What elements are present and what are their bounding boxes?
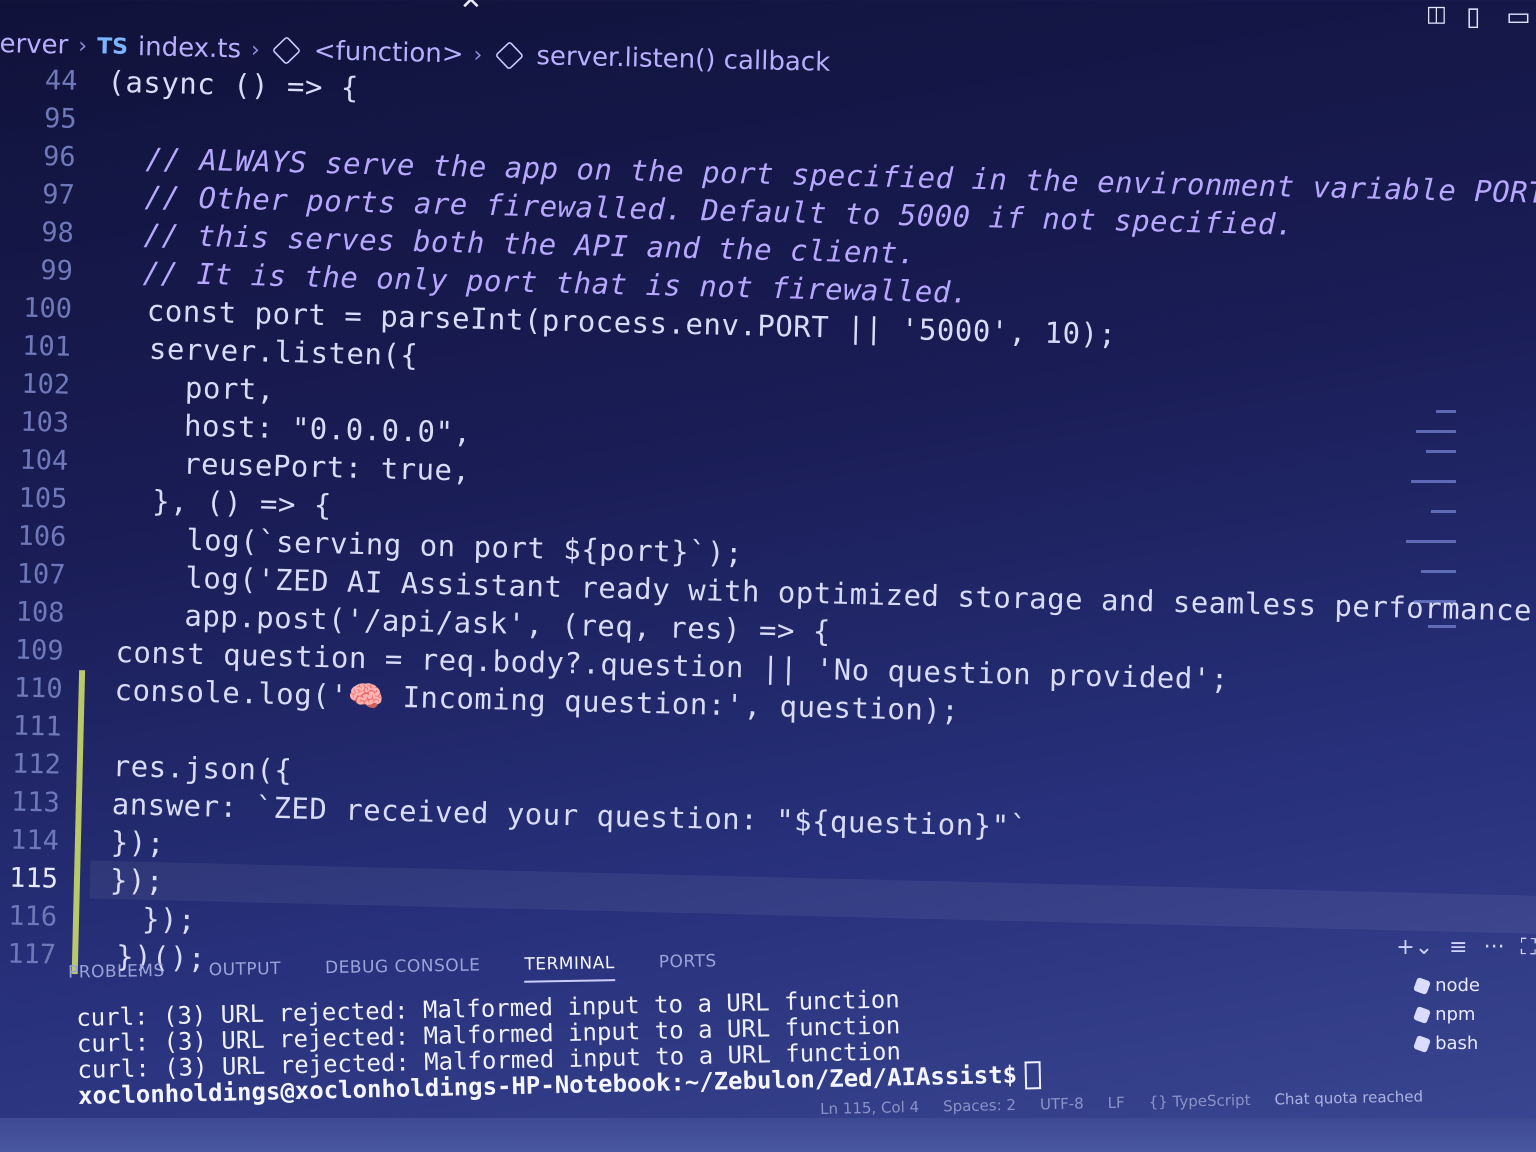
- line-number: 102: [20, 368, 71, 401]
- code-text: }, () => {: [151, 483, 333, 523]
- tab-ports[interactable]: PORTS: [659, 951, 717, 980]
- code-text: server.listen({: [148, 331, 419, 373]
- more-icon[interactable]: ···: [1484, 935, 1505, 960]
- panel-actions: +⌄ ≡ ··· ⛶: [1396, 935, 1536, 960]
- line-number: 97: [41, 178, 76, 211]
- terminal-instance-bash[interactable]: bash: [1413, 1029, 1480, 1058]
- line-number: 103: [20, 406, 70, 439]
- status-bar: [0, 1118, 1536, 1152]
- line-number: 101: [21, 330, 72, 363]
- line-number: 106: [17, 520, 67, 553]
- line-number: 104: [19, 444, 69, 477]
- breadcrumb-folder[interactable]: erver: [0, 29, 69, 61]
- code-text: res.json({: [112, 748, 293, 788]
- tab-output[interactable]: OUTPUT: [209, 959, 282, 988]
- panel-tabs: PROBLEMS OUTPUT DEBUG CONSOLE TERMINAL PORTS: [68, 951, 717, 990]
- new-terminal-icon[interactable]: +⌄: [1396, 935, 1433, 960]
- code-text: port,: [184, 370, 276, 407]
- code-text: });: [110, 824, 166, 861]
- layout-icon[interactable]: ◫: [1426, 2, 1447, 27]
- terminal-icon: [1413, 1034, 1432, 1053]
- terminal-icon: [1413, 1005, 1432, 1024]
- terminal-list-icon[interactable]: ≡: [1449, 935, 1467, 960]
- terminal-instances: node npm bash: [1413, 971, 1480, 1058]
- status-language[interactable]: {} TypeScript: [1148, 1091, 1250, 1111]
- terminal-instance-npm[interactable]: npm: [1413, 1000, 1480, 1029]
- toggle-sidebar-icon[interactable]: ▭: [1506, 2, 1531, 32]
- line-number: 99: [39, 254, 74, 287]
- line-number: 95: [43, 102, 77, 135]
- line-number: 109: [14, 634, 64, 667]
- status-encoding[interactable]: UTF-8: [1040, 1094, 1084, 1113]
- status-cursor-position[interactable]: Ln 115, Col 4: [820, 1098, 919, 1118]
- tab-terminal[interactable]: TERMINAL: [524, 953, 616, 983]
- line-number: 107: [16, 558, 66, 591]
- status-chat-quota[interactable]: Chat quota reached: [1274, 1087, 1423, 1108]
- terminal-icon: [1413, 976, 1432, 995]
- toggle-panel-icon[interactable]: ▯: [1466, 2, 1480, 32]
- minimap[interactable]: [1400, 400, 1460, 640]
- line-number: 96: [42, 140, 77, 173]
- code-text: (async () => {: [107, 64, 360, 105]
- code-lines: 44 (async () => {95 96// ALWAYS serve the …: [0, 60, 1536, 1011]
- terminal-cursor: [1024, 1061, 1042, 1090]
- line-number: 98: [40, 216, 75, 249]
- line-number: 108: [15, 596, 65, 629]
- status-indentation[interactable]: Spaces: 2: [943, 1096, 1016, 1116]
- line-number: 44: [44, 64, 78, 97]
- code-text: });: [141, 901, 197, 938]
- maximize-icon[interactable]: ⛶: [1521, 935, 1536, 960]
- line-number: 100: [22, 292, 73, 325]
- status-eol[interactable]: LF: [1107, 1094, 1124, 1112]
- line-number: 105: [18, 482, 68, 515]
- close-icon[interactable]: ✕: [460, 0, 482, 16]
- chevron-right-icon: ›: [78, 33, 88, 59]
- chevron-right-icon: ›: [250, 37, 261, 63]
- tab-problems[interactable]: PROBLEMS: [68, 961, 165, 991]
- typescript-icon: TS: [96, 33, 129, 60]
- terminal-instance-node[interactable]: node: [1413, 971, 1480, 1000]
- layout-controls: ◫ ▯ ▭: [1426, 0, 1536, 40]
- code-editor[interactable]: 44 (async () => {95 96// ALWAYS serve the …: [0, 60, 1536, 975]
- editor-tab-fragment: ✕: [340, 0, 490, 16]
- tab-debug-console[interactable]: DEBUG CONSOLE: [325, 955, 481, 986]
- terminal-output[interactable]: curl: (3) URL rejected: Malformed input …: [76, 983, 1042, 1110]
